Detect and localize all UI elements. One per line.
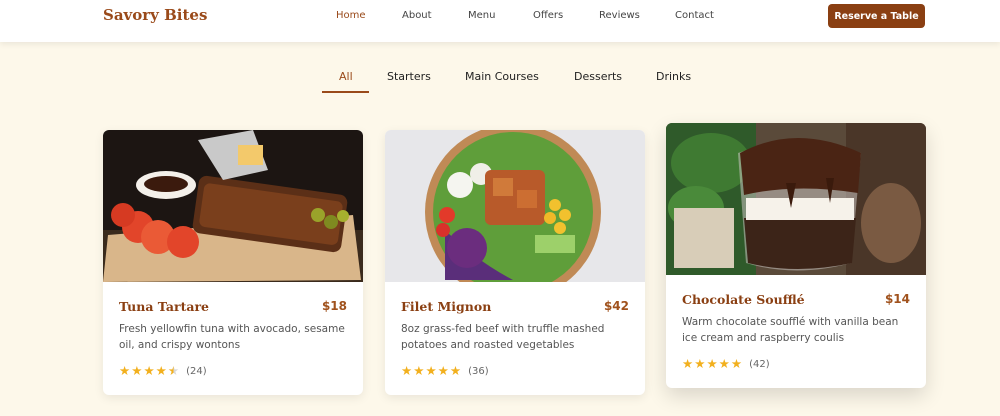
card-title: Filet Mignon <box>401 299 492 314</box>
tab-all[interactable]: All <box>339 70 353 83</box>
nav-reviews[interactable]: Reviews <box>599 10 640 21</box>
star-icon: ★ <box>425 363 437 378</box>
menu-card[interactable]: Tuna Tartare $18 Fresh yellowfin tuna wi… <box>103 130 363 395</box>
star-icon: ★ <box>155 363 167 378</box>
menu-filter-tabs: All Starters Main Courses Desserts Drink… <box>0 66 1000 94</box>
active-tab-indicator <box>322 91 369 93</box>
nav-offers[interactable]: Offers <box>533 10 563 21</box>
review-count: (24) <box>186 365 207 377</box>
rating-stars: ★ ★ ★ ★ ★ (42) <box>682 356 770 371</box>
salad-bowl-image <box>385 130 645 282</box>
card-description: 8oz grass-fed beef with truffle mashed p… <box>401 323 605 351</box>
star-icon: ★ <box>413 363 425 378</box>
ribs-platter-image <box>103 130 363 282</box>
tab-main-courses[interactable]: Main Courses <box>465 70 539 83</box>
tab-desserts[interactable]: Desserts <box>574 70 622 83</box>
chocolate-parfait-image <box>666 123 926 275</box>
card-description: Warm chocolate soufflé with vanilla bean… <box>682 316 899 344</box>
tab-starters[interactable]: Starters <box>387 70 431 83</box>
star-icon: ★ <box>437 363 449 378</box>
star-icon: ★ <box>718 356 730 371</box>
star-icon: ★ <box>401 363 413 378</box>
card-price: $42 <box>603 299 629 313</box>
rating-stars: ★ ★ ★ ★ ★ (24) <box>119 363 207 378</box>
review-count: (42) <box>749 358 770 370</box>
star-icon: ★ <box>131 363 143 378</box>
star-icon: ★ <box>730 356 743 371</box>
brand-logo[interactable]: Savory Bites <box>103 6 207 24</box>
card-title: Tuna Tartare <box>119 299 209 314</box>
review-count: (36) <box>468 365 489 377</box>
nav-about[interactable]: About <box>402 10 432 21</box>
card-price: $14 <box>884 292 910 306</box>
menu-card[interactable]: Chocolate Soufflé $14 Warm chocolate sou… <box>666 123 926 388</box>
card-title: Chocolate Soufflé <box>682 292 805 307</box>
rating-stars: ★ ★ ★ ★ ★ (36) <box>401 363 489 378</box>
top-navbar: Savory Bites Home About Menu Offers Revi… <box>0 0 1000 42</box>
tab-drinks[interactable]: Drinks <box>656 70 691 83</box>
half-star-icon: ★ <box>167 363 180 378</box>
star-icon: ★ <box>682 356 694 371</box>
menu-card[interactable]: Filet Mignon $42 8oz grass-fed beef with… <box>385 130 645 395</box>
nav-menu[interactable]: Menu <box>468 10 495 21</box>
nav-contact[interactable]: Contact <box>675 10 714 21</box>
reserve-table-button[interactable]: Reserve a Table <box>828 4 925 28</box>
card-price: $18 <box>321 299 347 313</box>
nav-home[interactable]: Home <box>336 10 366 21</box>
star-icon: ★ <box>119 363 131 378</box>
star-icon: ★ <box>706 356 718 371</box>
card-description: Fresh yellowfin tuna with avocado, sesam… <box>119 323 345 351</box>
star-icon: ★ <box>449 363 462 378</box>
star-icon: ★ <box>143 363 155 378</box>
star-icon: ★ <box>694 356 706 371</box>
